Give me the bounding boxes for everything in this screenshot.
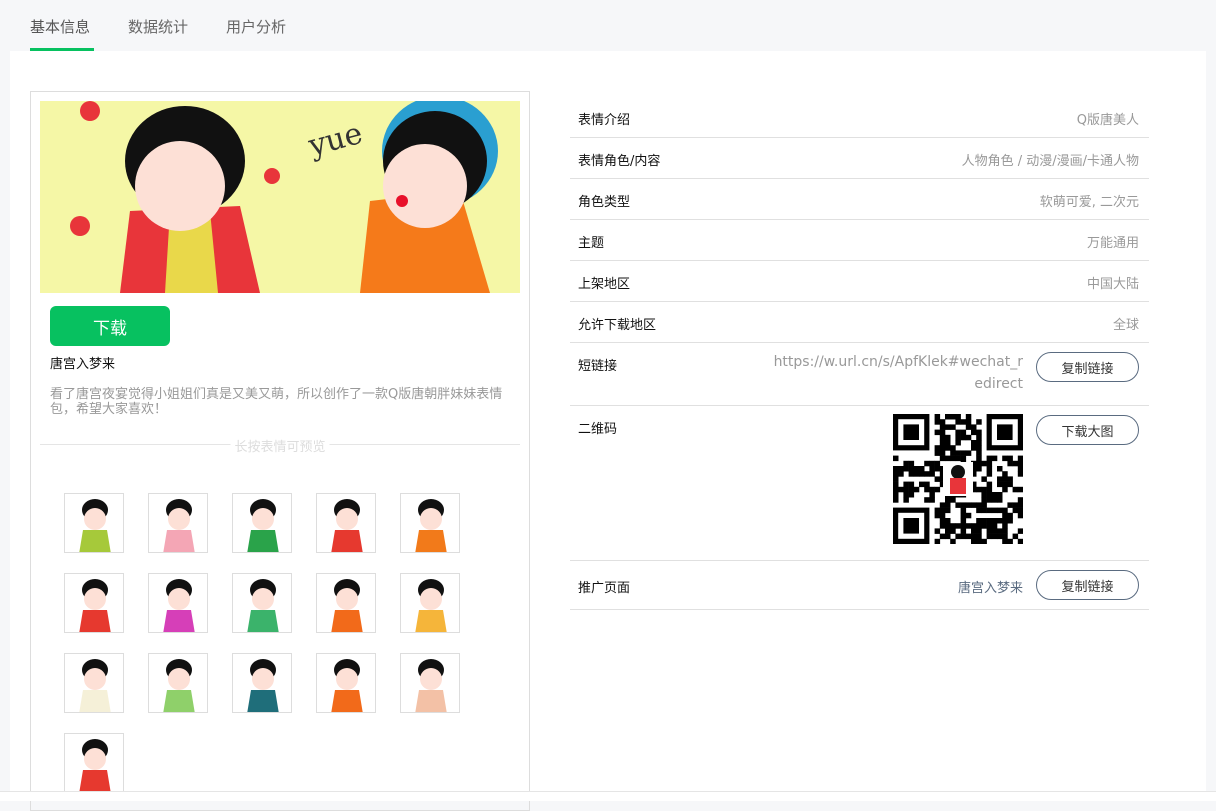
preview-divider: 长按表情可预览 xyxy=(40,436,520,455)
short-link-value[interactable]: https://w.url.cn/s/ApfKlek#wechat_redire… xyxy=(773,351,1023,395)
sticker-thumbnail[interactable] xyxy=(148,573,208,633)
info-row-qr-code: 二维码 下载大图 xyxy=(570,406,1149,561)
qr-code-image xyxy=(893,414,1023,544)
info-value: 软萌可爱, 二次元 xyxy=(1039,195,1139,210)
sticker-thumbnail[interactable] xyxy=(232,573,292,633)
sticker-thumbnail[interactable] xyxy=(316,653,376,713)
sticker-thumbnail[interactable] xyxy=(64,493,124,553)
sticker-thumbnail[interactable] xyxy=(148,493,208,553)
info-row-short-link: 短链接 https://w.url.cn/s/ApfKlek#wechat_re… xyxy=(570,343,1149,406)
info-value: 人物角色 / 动漫/漫画/卡通人物 xyxy=(961,154,1139,169)
tab-user-analysis[interactable]: 用户分析 xyxy=(226,16,286,37)
preview-hint: 长按表情可预览 xyxy=(230,436,330,455)
info-label: 表情角色/内容 xyxy=(578,154,661,169)
pack-name: 唐宫入梦来 xyxy=(50,357,116,372)
sticker-thumbnail[interactable] xyxy=(400,573,460,633)
sticker-pack-panel: yue 下载 唐宫入梦来 看了唐宫夜宴觉得小姐姐们真是又美又萌，所以创作了一款Q… xyxy=(30,91,530,811)
info-value: 万能通用 xyxy=(1086,236,1139,251)
info-row: 表情角色/内容 人物角色 / 动漫/漫画/卡通人物 xyxy=(570,138,1149,179)
banner-illustration: yue xyxy=(70,101,498,293)
copy-short-link-button[interactable]: 复制链接 xyxy=(1036,352,1139,382)
download-qr-button[interactable]: 下载大图 xyxy=(1036,415,1139,445)
info-value: Q版唐美人 xyxy=(1076,113,1139,128)
info-label: 角色类型 xyxy=(578,195,631,210)
info-row: 允许下载地区 全球 xyxy=(570,302,1149,343)
sticker-thumbnail[interactable] xyxy=(316,573,376,633)
qr-code-label: 二维码 xyxy=(578,422,618,437)
short-link-label: 短链接 xyxy=(578,359,618,374)
pack-description: 看了唐宫夜宴觉得小姐姐们真是又美又萌，所以创作了一款Q版唐朝胖妹妹表情包，希望大… xyxy=(50,387,503,417)
info-row: 表情介绍 Q版唐美人 xyxy=(570,97,1149,138)
sticker-thumbnail[interactable] xyxy=(232,653,292,713)
sticker-thumbnail[interactable] xyxy=(400,653,460,713)
info-label: 上架地区 xyxy=(578,277,631,292)
sticker-thumbnail[interactable] xyxy=(148,653,208,713)
sticker-thumbnail[interactable] xyxy=(64,733,124,793)
promo-page-label: 推广页面 xyxy=(578,581,631,596)
info-label: 允许下载地区 xyxy=(578,318,657,333)
promo-page-value[interactable]: 唐宫入梦来 xyxy=(958,577,1023,596)
copy-promo-link-button[interactable]: 复制链接 xyxy=(1036,570,1139,600)
info-table: 表情介绍 Q版唐美人表情角色/内容 人物角色 / 动漫/漫画/卡通人物角色类型 软萌可… xyxy=(570,97,1149,610)
info-row: 主题 万能通用 xyxy=(570,220,1149,261)
sticker-thumbnail[interactable] xyxy=(64,573,124,633)
sticker-thumbnail[interactable] xyxy=(400,493,460,553)
sticker-thumbnail[interactable] xyxy=(316,493,376,553)
tab-bar: 基本信息 数据统计 用户分析 xyxy=(0,0,1216,51)
info-row: 角色类型 软萌可爱, 二次元 xyxy=(570,179,1149,220)
sticker-thumbnail[interactable] xyxy=(232,493,292,553)
download-button[interactable]: 下载 xyxy=(50,306,170,346)
banner-image: yue xyxy=(40,101,520,293)
info-label: 表情介绍 xyxy=(578,113,631,128)
tab-data-stats[interactable]: 数据统计 xyxy=(128,16,188,37)
info-row: 上架地区 中国大陆 xyxy=(570,261,1149,302)
info-row-promo-page: 推广页面 唐宫入梦来 复制链接 xyxy=(570,561,1149,610)
info-label: 主题 xyxy=(578,236,605,251)
tab-basic-info[interactable]: 基本信息 xyxy=(30,16,90,37)
bottom-bar xyxy=(0,791,1216,801)
info-value: 中国大陆 xyxy=(1086,277,1139,292)
sticker-thumbnail[interactable] xyxy=(64,653,124,713)
banner-text: yue xyxy=(304,116,366,164)
info-value: 全球 xyxy=(1112,318,1139,333)
